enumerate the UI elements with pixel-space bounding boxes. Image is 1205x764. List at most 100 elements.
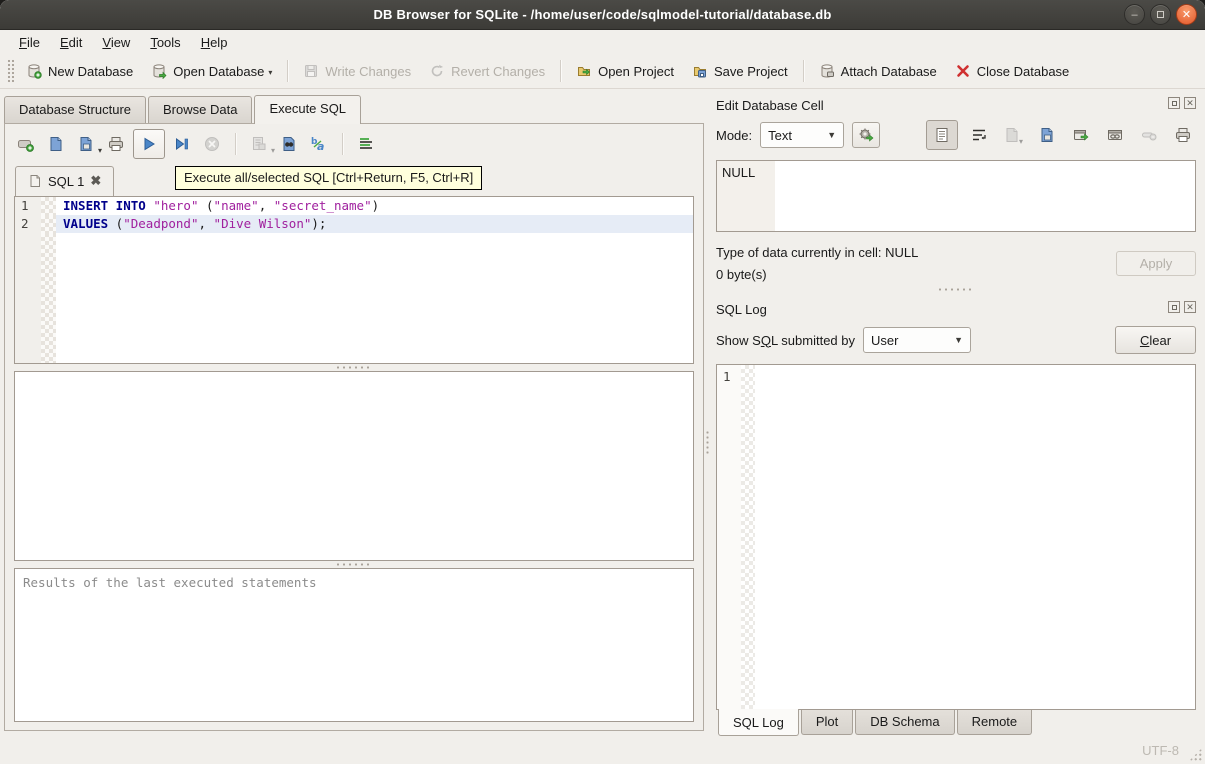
export-results-dropdown-icon: ▾ xyxy=(271,146,275,157)
titlebar[interactable]: DB Browser for SQLite - /home/user/code/… xyxy=(0,0,1205,30)
export-cell-button[interactable] xyxy=(1034,122,1060,148)
word-wrap-icon xyxy=(970,126,988,144)
cell-content-editor[interactable]: NULL xyxy=(716,160,1196,232)
menubar: File Edit View Tools Help xyxy=(0,30,1205,54)
format-sql-button[interactable]: ba xyxy=(306,131,332,157)
open-project-button[interactable]: Open Project xyxy=(567,58,683,84)
tab-database-structure[interactable]: Database Structure xyxy=(4,96,146,123)
results-table-pane[interactable] xyxy=(14,371,694,561)
clear-log-button[interactable]: Clear xyxy=(1115,326,1196,354)
code-line: INSERT INTO "hero" ("name", "secret_name… xyxy=(56,197,693,215)
close-database-button[interactable]: Close Database xyxy=(946,58,1079,84)
dock-splitter[interactable] xyxy=(716,282,1196,296)
open-sql-file-button[interactable] xyxy=(43,131,69,157)
export-results-icon xyxy=(250,135,268,153)
bottom-tab-db-schema[interactable]: DB Schema xyxy=(855,710,954,735)
new-database-icon xyxy=(26,63,42,79)
new-database-label: New Database xyxy=(48,64,133,79)
splitter-handle-icon xyxy=(705,430,710,456)
window-controls: – ✕ xyxy=(1124,4,1197,25)
new-sql-tab-button[interactable] xyxy=(13,131,39,157)
open-project-icon xyxy=(576,63,592,79)
execute-sql-pane: ▾ xyxy=(4,123,704,731)
close-button[interactable]: ✕ xyxy=(1176,4,1197,25)
line-number: 2 xyxy=(15,215,41,233)
tab-execute-sql[interactable]: Execute SQL xyxy=(254,95,361,124)
submitter-select[interactable]: User ▼ xyxy=(863,327,971,353)
open-external-icon xyxy=(1072,126,1090,144)
auto-indent-button[interactable] xyxy=(353,131,379,157)
cell-content-area[interactable] xyxy=(775,161,1195,231)
open-database-label: Open Database xyxy=(173,64,264,79)
menu-help[interactable]: Help xyxy=(192,32,237,53)
open-external-button[interactable] xyxy=(1068,122,1094,148)
editor-line-current: 2 VALUES ("Deadpond", "Dive Wilson"); xyxy=(15,215,693,233)
results-splitter[interactable] xyxy=(5,561,703,568)
menu-tools[interactable]: Tools xyxy=(141,32,189,53)
tab-browse-data[interactable]: Browse Data xyxy=(148,96,252,123)
execute-all-button[interactable] xyxy=(133,129,165,159)
save-project-label: Save Project xyxy=(714,64,788,79)
execute-tooltip: Execute all/selected SQL [Ctrl+Return, F… xyxy=(175,166,482,190)
auto-indent-icon xyxy=(357,135,375,153)
set-null-button xyxy=(1136,122,1162,148)
editor-blank xyxy=(56,233,693,363)
app-window: DB Browser for SQLite - /home/user/code/… xyxy=(0,0,1205,764)
save-project-button[interactable]: Save Project xyxy=(683,58,797,84)
minimize-button[interactable]: – xyxy=(1124,4,1145,25)
print-cell-button[interactable] xyxy=(1170,122,1196,148)
find-in-sql-button[interactable] xyxy=(276,131,302,157)
mode-value: Text xyxy=(768,128,792,143)
sql-log-title: SQL Log xyxy=(716,302,767,317)
print-sql-button[interactable] xyxy=(103,131,129,157)
results-message-pane[interactable]: Results of the last executed statements xyxy=(14,568,694,722)
execute-line-button[interactable] xyxy=(169,131,195,157)
attach-database-button[interactable]: Attach Database xyxy=(810,58,946,84)
print-icon xyxy=(1174,126,1192,144)
sql-doc-tabbar: SQL 1 ✖ Execute all/selected SQL [Ctrl+R… xyxy=(5,164,703,196)
revert-changes-button: Revert Changes xyxy=(420,58,554,84)
cell-content-gutter: NULL xyxy=(717,161,775,231)
toolbar-drag-handle[interactable] xyxy=(7,59,14,83)
menu-file[interactable]: File xyxy=(10,32,49,53)
resize-grip[interactable] xyxy=(1189,748,1202,761)
open-database-button[interactable]: Open Database ▾ xyxy=(142,58,281,84)
revert-changes-icon xyxy=(429,63,445,79)
text-view-button[interactable] xyxy=(926,120,958,150)
word-wrap-button[interactable] xyxy=(966,122,992,148)
open-database-icon xyxy=(151,63,167,79)
float-glyph xyxy=(1172,101,1177,106)
new-sql-tab-icon xyxy=(17,135,35,153)
mode-select[interactable]: Text ▼ xyxy=(760,122,844,148)
open-database-dropdown-icon[interactable]: ▾ xyxy=(268,68,272,79)
save-as-icon xyxy=(1038,126,1056,144)
save-sql-dropdown-icon[interactable]: ▾ xyxy=(98,146,102,157)
sql-doc-tab[interactable]: SQL 1 ✖ xyxy=(15,166,114,196)
sql-log-view[interactable]: 1 xyxy=(716,364,1196,710)
close-dock-icon[interactable]: ✕ xyxy=(1184,97,1196,109)
save-project-icon xyxy=(692,63,708,79)
execute-all-icon xyxy=(140,135,158,153)
log-fold-margin xyxy=(741,365,755,709)
editor-splitter[interactable] xyxy=(5,364,703,371)
cell-info-row: Type of data currently in cell: NULL 0 b… xyxy=(716,245,1196,282)
bottom-tab-remote[interactable]: Remote xyxy=(957,710,1033,735)
import-settings-button[interactable] xyxy=(852,122,880,148)
bottom-tab-plot[interactable]: Plot xyxy=(801,710,853,735)
encoding-indicator: UTF-8 xyxy=(1142,743,1179,758)
text-document-icon xyxy=(933,126,951,144)
save-sql-file-button[interactable]: ▾ xyxy=(73,131,99,157)
close-sql-tab-icon[interactable]: ✖ xyxy=(90,173,101,189)
window-title: DB Browser for SQLite - /home/user/code/… xyxy=(0,7,1205,22)
menu-view[interactable]: View xyxy=(93,32,139,53)
new-database-button[interactable]: New Database xyxy=(17,58,142,84)
close-dock-icon[interactable]: ✕ xyxy=(1184,301,1196,313)
sql-editor[interactable]: 1 INSERT INTO "hero" ("name", "secret_na… xyxy=(14,196,694,364)
float-dock-icon[interactable] xyxy=(1168,97,1180,109)
bottom-tab-sql-log[interactable]: SQL Log xyxy=(718,709,799,736)
sql-toolbar: ▾ xyxy=(5,124,703,164)
maximize-button[interactable] xyxy=(1150,4,1171,25)
copy-link-button[interactable] xyxy=(1102,122,1128,148)
menu-edit[interactable]: Edit xyxy=(51,32,91,53)
float-dock-icon[interactable] xyxy=(1168,301,1180,313)
